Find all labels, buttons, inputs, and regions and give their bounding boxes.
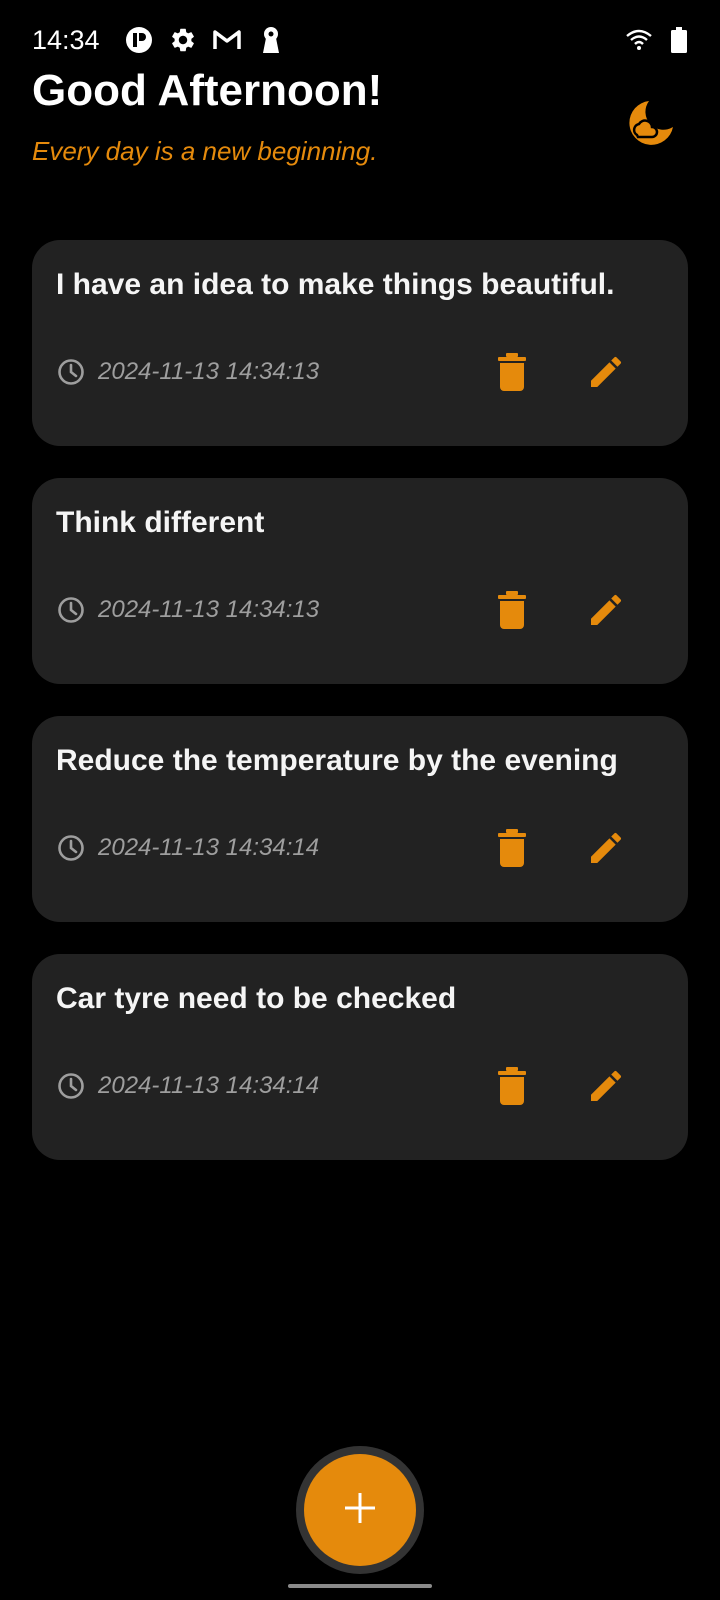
note-card[interactable]: Think different 2024-11-13 14:34:13 [32,478,688,684]
pencil-icon [586,590,626,635]
clock-icon [56,1071,86,1101]
delete-button[interactable] [480,822,544,878]
status-icons-left [124,24,286,56]
status-time: 14:34 [32,25,100,55]
edit-button[interactable] [574,584,638,640]
trash-icon [498,1066,526,1110]
note-date: 2024-11-13 14:34:13 [98,358,320,385]
clock-icon [56,833,86,863]
edit-button[interactable] [574,346,638,402]
keyhole-icon [256,25,286,55]
settings-icon [168,25,198,55]
note-title: I have an idea to make things beautiful. [56,268,615,301]
note-title: Car tyre need to be checked [56,982,457,1015]
delete-button[interactable] [480,1060,544,1116]
edit-button[interactable] [574,822,638,878]
pencil-icon [586,828,626,873]
note-meta: 2024-11-13 14:34:14 [56,832,319,864]
clock-icon [56,595,86,625]
note-date: 2024-11-13 14:34:14 [98,1072,320,1099]
note-title: Think different [56,506,265,539]
add-note-button[interactable] [304,1454,416,1566]
note-card[interactable]: Reduce the temperature by the evening 20… [32,716,688,922]
gmail-icon [212,25,242,55]
greeting-title: Good Afternoon! [32,66,383,115]
note-card[interactable]: I have an idea to make things beautiful.… [32,240,688,446]
pencil-icon [586,1066,626,1111]
status-icons-right [624,24,694,56]
note-meta: 2024-11-13 14:34:13 [56,594,319,626]
moon-cloud-icon [627,97,677,152]
wifi-icon [624,25,654,55]
trash-icon [498,828,526,872]
trash-icon [498,352,526,396]
edit-button[interactable] [574,1060,638,1116]
clock-icon [56,357,86,387]
battery-icon [664,25,694,55]
plus-icon [343,1491,377,1530]
delete-button[interactable] [480,346,544,402]
note-meta: 2024-11-13 14:34:14 [56,1070,319,1102]
pencil-icon [586,352,626,397]
note-meta: 2024-11-13 14:34:13 [56,356,319,388]
note-date: 2024-11-13 14:34:13 [98,596,320,623]
home-indicator[interactable] [288,1584,432,1588]
greeting-subtitle: Every day is a new beginning. [32,136,378,166]
notes-list: I have an idea to make things beautiful.… [32,240,688,1192]
note-date: 2024-11-13 14:34:14 [98,834,320,861]
note-card[interactable]: Car tyre need to be checked 2024-11-13 1… [32,954,688,1160]
trash-icon [498,590,526,634]
theme-toggle-button[interactable] [624,96,680,152]
note-title: Reduce the temperature by the evening [56,744,618,777]
pi-icon [124,25,154,55]
delete-button[interactable] [480,584,544,640]
